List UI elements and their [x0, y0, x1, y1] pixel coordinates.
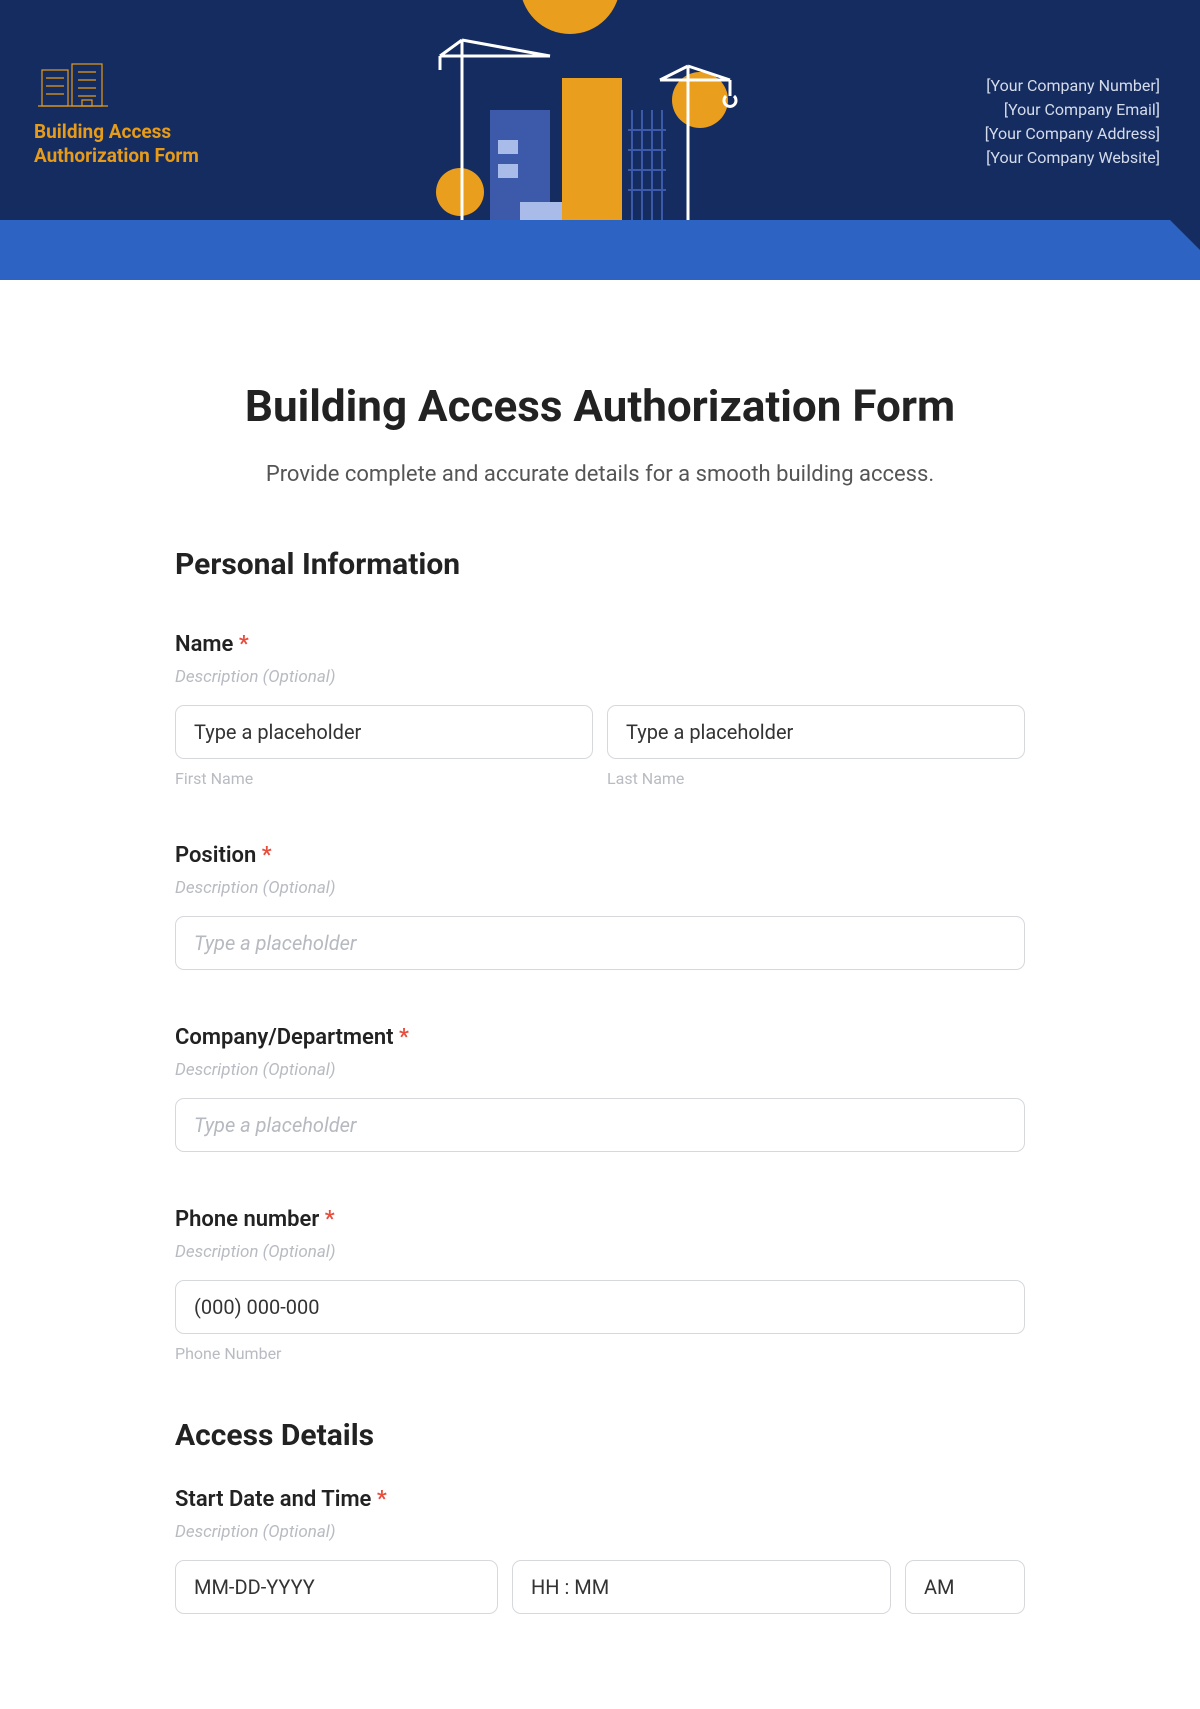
required-marker: * — [399, 1025, 409, 1050]
field-company: Company/Department * Description (Option… — [175, 1025, 1025, 1152]
required-marker: * — [377, 1487, 387, 1512]
buildings-logo-icon — [34, 56, 134, 112]
required-marker: * — [325, 1207, 335, 1232]
phone-sublabel: Phone Number — [175, 1344, 1025, 1363]
field-phone: Phone number * Description (Optional) Ph… — [175, 1207, 1025, 1363]
last-name-input[interactable] — [607, 705, 1025, 759]
company-address: [Your Company Address] — [985, 122, 1160, 146]
position-input[interactable] — [175, 916, 1025, 970]
form-content: Building Access Authorization Form Provi… — [135, 280, 1065, 1709]
start-label: Start Date and Time * — [175, 1487, 1025, 1512]
logo-title-line2: Authorization Form — [34, 144, 199, 167]
company-input[interactable] — [175, 1098, 1025, 1152]
page-subtitle: Provide complete and accurate details fo… — [175, 462, 1025, 487]
phone-label: Phone number * — [175, 1207, 1025, 1232]
company-info: [Your Company Number] [Your Company Emai… — [985, 74, 1160, 170]
start-time-input[interactable] — [512, 1560, 891, 1614]
required-marker: * — [239, 632, 249, 657]
hero-illustration-icon — [400, 0, 760, 220]
header-banner: Building Access Authorization Form — [0, 0, 1200, 220]
company-number: [Your Company Number] — [985, 74, 1160, 98]
logo-block: Building Access Authorization Form — [34, 56, 199, 168]
company-website: [Your Company Website] — [985, 146, 1160, 170]
name-label: Name * — [175, 632, 1025, 657]
company-desc: Description (Optional) — [175, 1060, 1025, 1080]
required-marker: * — [262, 843, 272, 868]
section-access-heading: Access Details — [175, 1418, 1025, 1453]
logo-title: Building Access Authorization Form — [34, 120, 199, 168]
company-label: Company/Department * — [175, 1025, 1025, 1050]
field-start-datetime: Start Date and Time * Description (Optio… — [175, 1487, 1025, 1614]
name-desc: Description (Optional) — [175, 667, 1025, 687]
phone-input[interactable] — [175, 1280, 1025, 1334]
phone-desc: Description (Optional) — [175, 1242, 1025, 1262]
field-name: Name * Description (Optional) First Name… — [175, 632, 1025, 788]
field-position: Position * Description (Optional) — [175, 843, 1025, 970]
start-ampm-input[interactable] — [905, 1560, 1025, 1614]
first-name-sublabel: First Name — [175, 769, 593, 788]
start-date-input[interactable] — [175, 1560, 498, 1614]
section-personal-heading: Personal Information — [175, 547, 1025, 582]
company-email: [Your Company Email] — [985, 98, 1160, 122]
page-title: Building Access Authorization Form — [175, 380, 1025, 432]
start-desc: Description (Optional) — [175, 1522, 1025, 1542]
last-name-sublabel: Last Name — [607, 769, 1025, 788]
position-desc: Description (Optional) — [175, 878, 1025, 898]
first-name-input[interactable] — [175, 705, 593, 759]
logo-title-line1: Building Access — [34, 120, 171, 143]
header-band — [0, 220, 1200, 280]
position-label: Position * — [175, 843, 1025, 868]
